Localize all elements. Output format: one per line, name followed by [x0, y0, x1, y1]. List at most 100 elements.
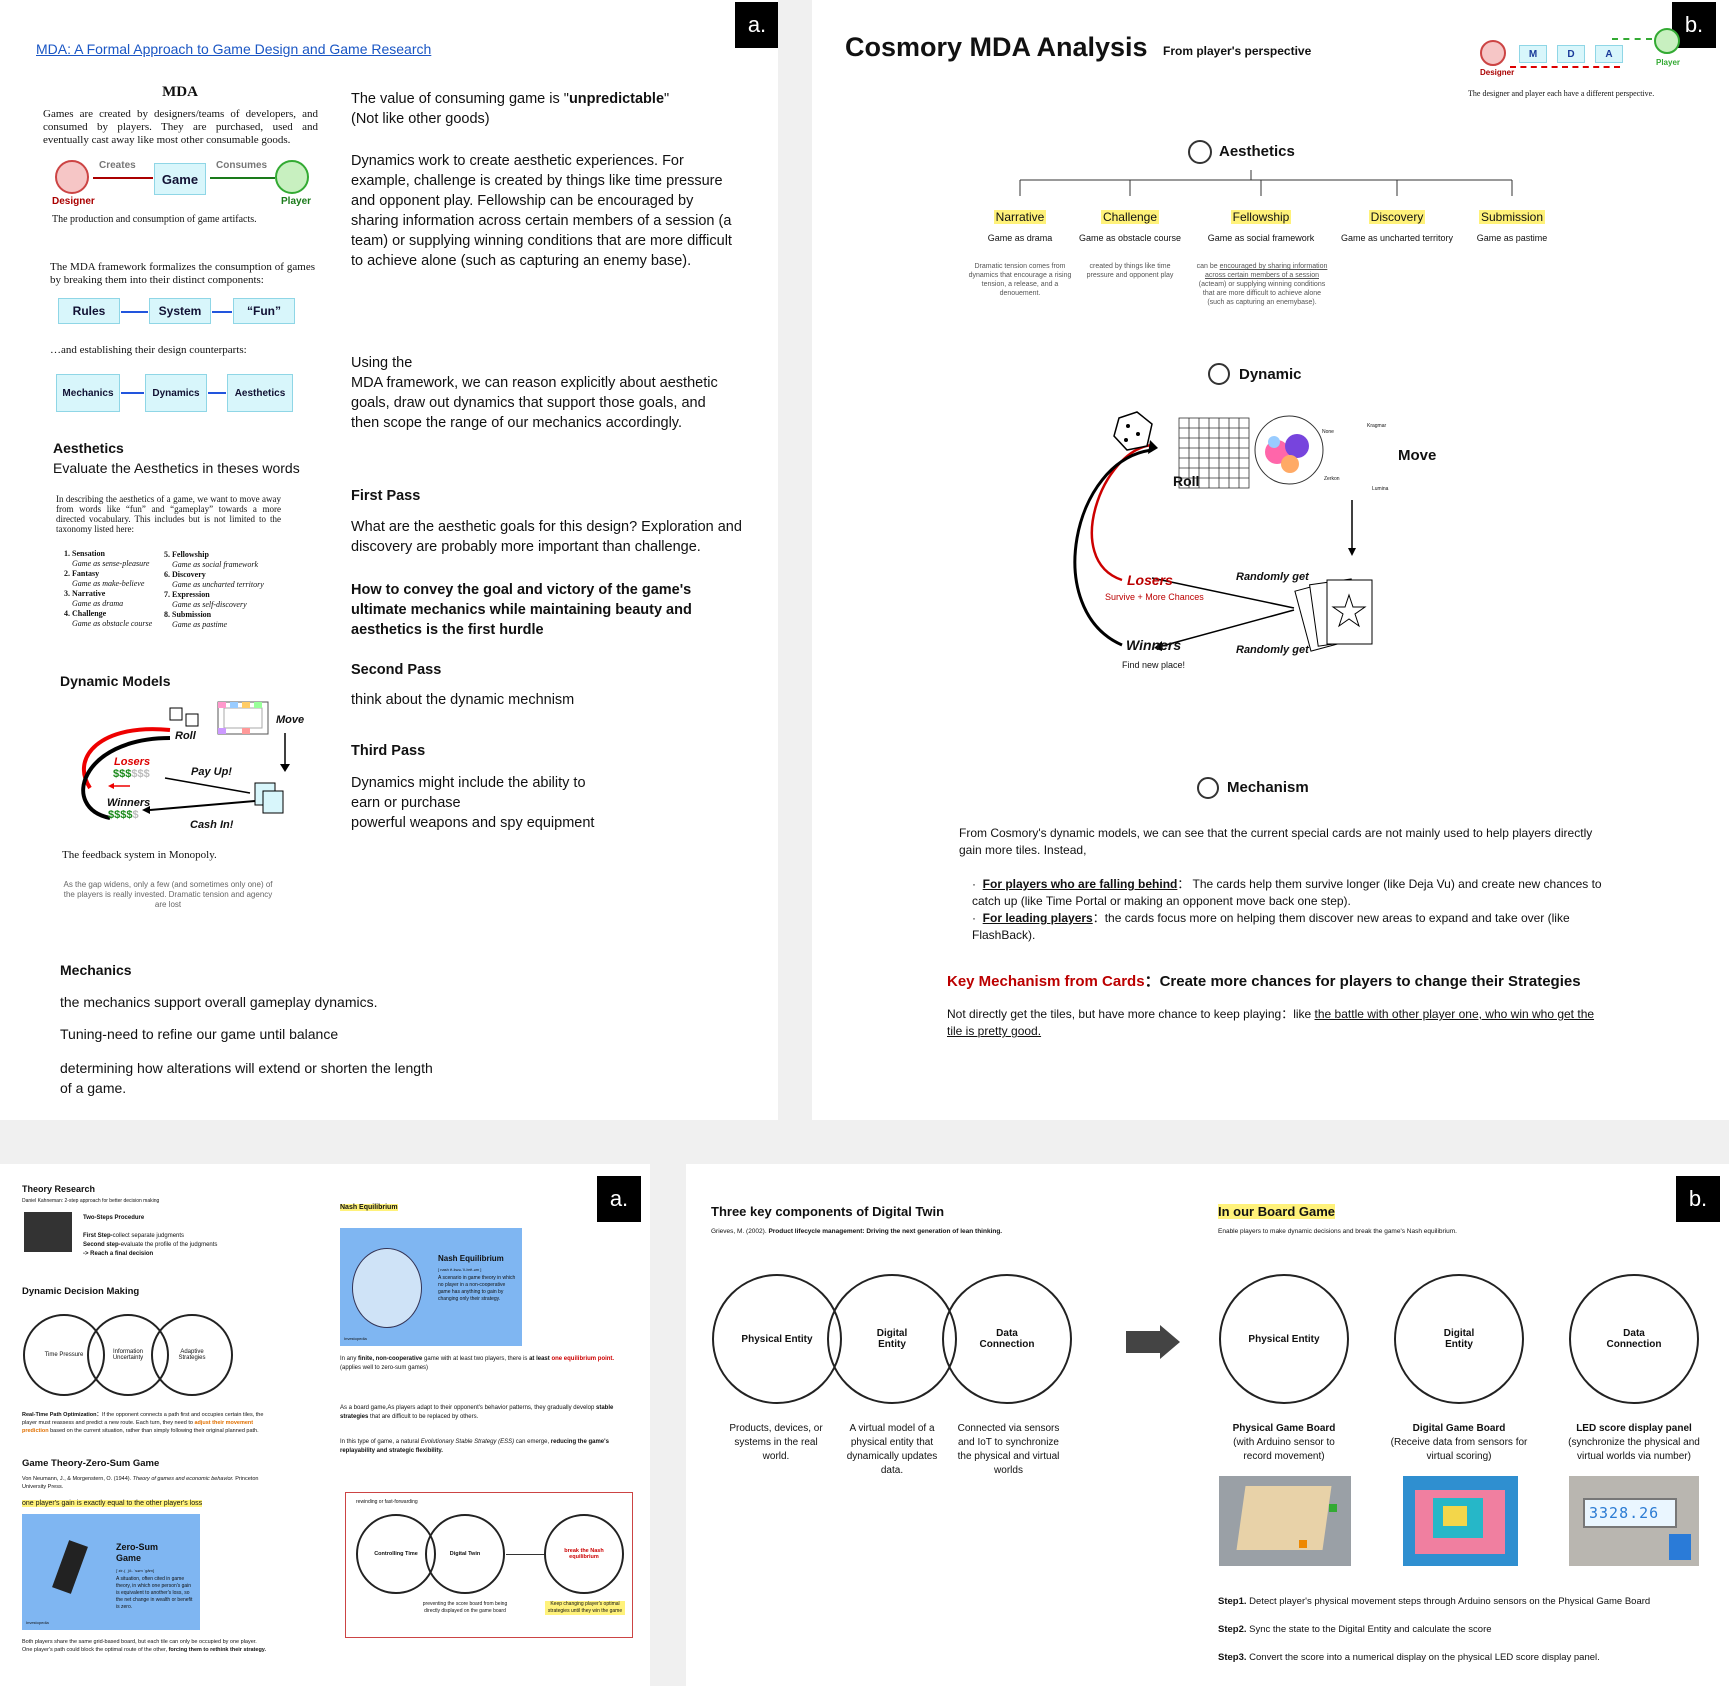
- arrow-system-fun: [212, 311, 232, 313]
- v1: Physical Entity: [741, 1333, 813, 1345]
- n1d: at least: [529, 1356, 552, 1362]
- aesthetic-category: Fellowship: [1211, 210, 1311, 224]
- investopedia-logo: Investopedia: [344, 1336, 367, 1341]
- page-subtitle: From player's perspective: [1163, 44, 1312, 58]
- aesthetic-category: Discovery: [1347, 210, 1447, 224]
- keep-changing-note: Keep changing player's optimal strategie…: [545, 1601, 625, 1615]
- panel-mda: a. MDA: A Formal Approach to Game Design…: [0, 0, 778, 1120]
- n3a: In this type of game, a natural: [340, 1439, 421, 1445]
- mini-a-box: A: [1595, 45, 1623, 63]
- zero-sum-card: [22, 1514, 200, 1630]
- move-label: Move: [1398, 447, 1437, 464]
- three-components-heading: Three key components of Digital Twin: [711, 1204, 945, 1219]
- mini-m-box: M: [1519, 45, 1547, 63]
- tax-desc: Game as obstacle course: [72, 619, 153, 628]
- st3a: Step3.: [1218, 1652, 1247, 1663]
- mechanics-line: determining how alterations will extend …: [60, 1060, 433, 1096]
- rewind-label: rewinding or fast-forwarding: [356, 1499, 418, 1505]
- aesthetic-category: Submission: [1462, 210, 1562, 224]
- zero-sum-def: A situation, often cited in game theory,…: [116, 1576, 193, 1610]
- both3: forcing them to rethink their strategy.: [168, 1647, 266, 1653]
- designer-label: Designer: [52, 196, 95, 207]
- nash-card-title: Nash Equilibrium: [438, 1254, 504, 1263]
- both2: One player's path could block the optima…: [22, 1647, 169, 1653]
- fel-a: can be: [1196, 263, 1220, 270]
- panel-cosmory: b. Cosmory MDA Analysis From player's pe…: [812, 0, 1729, 1120]
- o2: Digital Entity: [1443, 1328, 1475, 1350]
- mda-framework-text: The MDA framework formalizes the consump…: [50, 261, 315, 286]
- move-label: Move: [276, 714, 305, 726]
- game-box: Game: [154, 163, 206, 195]
- aesthetic-category-label: Submission: [1478, 210, 1546, 224]
- system-box: System: [149, 298, 211, 324]
- t1: Physical Game Board: [1232, 1423, 1336, 1434]
- mechanics-heading: Mechanics: [60, 962, 132, 978]
- c2: Information Uncertainty: [112, 1349, 144, 1361]
- value-text-a: The value of consuming game is ": [351, 91, 569, 107]
- taxonomy-left: 1. Sensation Game as sense-pleasure 2. Fa…: [64, 549, 152, 629]
- ct: Controlling Time: [374, 1551, 418, 1557]
- digital-twin-circle: Digital Twin: [425, 1514, 505, 1594]
- both-players: Both players share the same grid-based b…: [22, 1638, 322, 1654]
- rtp2: based on the current situation, rather t…: [48, 1428, 259, 1434]
- c1: Time Pressure: [44, 1352, 84, 1358]
- tiny-name: Kragmar: [1367, 423, 1387, 429]
- losers-money: $$$$$$: [113, 768, 150, 780]
- aesthetic-category: Challenge: [1080, 210, 1180, 224]
- two-steps: Two-Steps Procedure First Step-collect se…: [83, 1214, 217, 1259]
- fel-b: encouraged by sharing information across…: [1205, 263, 1328, 279]
- aesthetic-desc: Game as social framework: [1207, 233, 1315, 243]
- big-arrow-icon: [1126, 1331, 1160, 1353]
- aesthetic-category: Narrative: [970, 210, 1070, 224]
- mini-designer-icon: [1480, 40, 1506, 66]
- t3: LED score display panel: [1576, 1423, 1692, 1434]
- last-a: Not directly get the tiles, but have mor…: [947, 1007, 1315, 1021]
- mini-d-box: D: [1557, 45, 1585, 63]
- nash-p3: In this type of game, a natural Evolutio…: [340, 1438, 620, 1456]
- third-pass-3: powerful weapons and spy equipment: [351, 815, 595, 831]
- our-board-game-sub: Enable players to make dynamic decisions…: [1218, 1228, 1457, 1235]
- payup-label: Pay Up!: [191, 766, 232, 778]
- tiny-name: Lumina: [1372, 486, 1389, 492]
- arrow-rules-system: [121, 311, 148, 313]
- tax-desc: Game as uncharted territory: [172, 580, 264, 589]
- s3: -> Reach a final decision: [83, 1251, 154, 1257]
- paper-link[interactable]: MDA: A Formal Approach to Game Design an…: [36, 41, 431, 57]
- value-text-d: (Not like other goods): [351, 111, 490, 127]
- rtp-paragraph: Real-Time Path Optimization：If the oppon…: [22, 1411, 272, 1435]
- taxonomy-right: 5. Fellowship Game as social framework 6.…: [164, 550, 264, 630]
- video-thumbnail: [24, 1212, 72, 1252]
- tax-item: 1. Sensation: [64, 549, 105, 558]
- tax-item: 3. Narrative: [64, 589, 106, 598]
- tiny-name: None: [1322, 429, 1334, 435]
- digital-desc: A virtual model of a physical entity tha…: [846, 1423, 938, 1476]
- our-board-game-heading: In our Board Game: [1218, 1204, 1336, 1219]
- aesthetics-heading: Aesthetics: [1219, 143, 1295, 160]
- fel-c: (acteam) or supplying winning conditions…: [1198, 281, 1326, 306]
- panel-tag: b.: [1676, 1176, 1720, 1222]
- randomly-get-1: Randomly get: [1236, 571, 1309, 583]
- n1c: game with at least two players, there is: [422, 1356, 530, 1362]
- tax-desc: Game as drama: [72, 599, 124, 608]
- led-panel-photo: 3328.26: [1569, 1476, 1699, 1566]
- mechanism-heading: Mechanism: [1227, 779, 1309, 796]
- s1a: First Step-: [83, 1233, 113, 1239]
- adaptive-strategies-circle: Adaptive Strategies: [151, 1314, 233, 1396]
- winners-sub: Find new place!: [1122, 660, 1186, 670]
- tax-item: 4. Challenge: [64, 609, 107, 618]
- gri1: Grieves, M. (2002).: [711, 1228, 769, 1235]
- st2b: Sync the state to the Digital Entity and…: [1246, 1624, 1492, 1635]
- cards-icon: [1294, 578, 1373, 652]
- key-mechanism-rest: ：Create more chances for players to chan…: [1144, 973, 1581, 990]
- st1a: Step1.: [1218, 1596, 1247, 1607]
- kahneman-note: Daniel Kahneman: 2-step approach for bet…: [22, 1198, 160, 1204]
- arrow-mech-dyn: [121, 392, 144, 394]
- o1: Physical Entity: [1248, 1333, 1320, 1345]
- randomly-get-2: Randomly get: [1236, 644, 1309, 656]
- winners-money-green: $$$$: [108, 809, 133, 821]
- panel-digital-twin: b. Three key components of Digital Twin …: [686, 1164, 1729, 1686]
- figure-title: MDA: [162, 84, 198, 100]
- data-desc: Connected via sensors and IoT to synchro…: [957, 1423, 1060, 1476]
- panel-tag: a.: [735, 2, 778, 48]
- our-physical-circle: Physical Entity: [1219, 1274, 1349, 1404]
